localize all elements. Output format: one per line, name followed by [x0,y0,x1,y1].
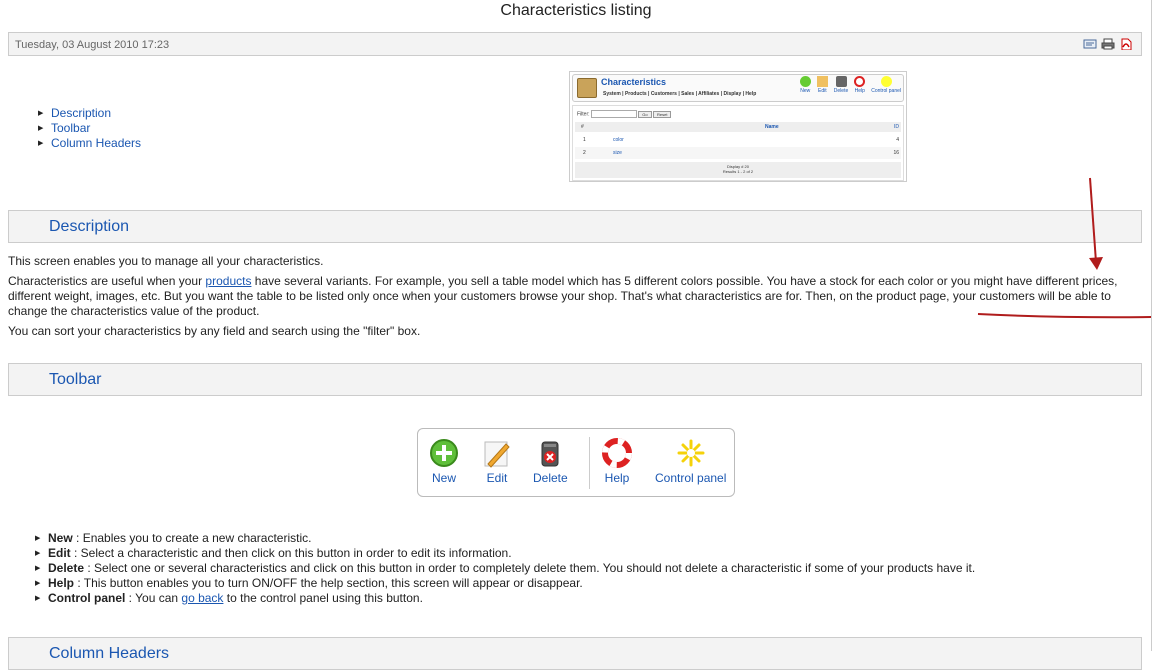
annotation-underline [977,313,1152,319]
annotation-arrow [1089,177,1103,270]
annotation-overlay [977,177,1152,319]
